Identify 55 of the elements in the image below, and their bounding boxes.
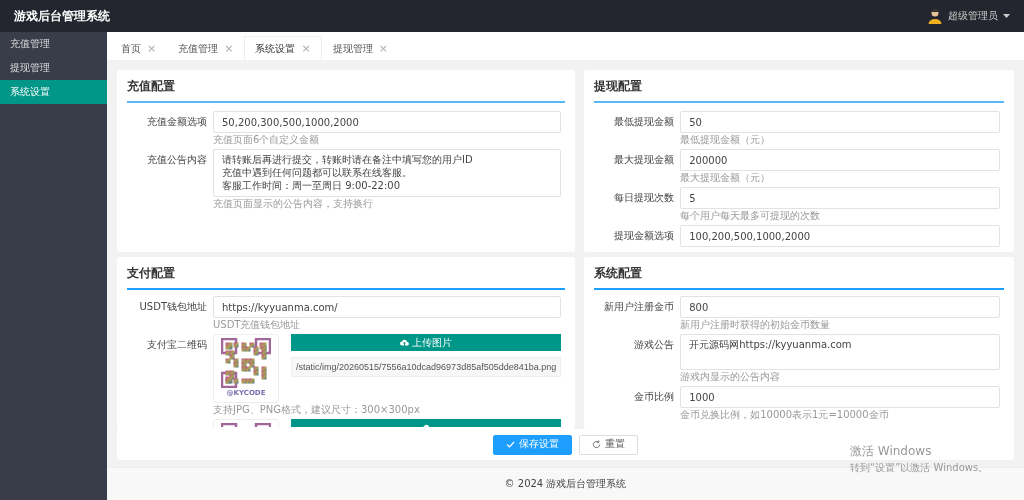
help-text: 金币兑换比例，如10000表示1元=10000金币 xyxy=(680,409,890,421)
field-label: 最大提现金额 xyxy=(613,153,676,167)
field-label: 充值公告内容 xyxy=(146,153,208,167)
help-text: 充值页面显示的公告内容，支持换行 xyxy=(213,198,374,210)
field-label: 提现金额选项 xyxy=(613,229,676,243)
tab[interactable]: 提现管理 × xyxy=(321,36,399,60)
tab[interactable]: 首页 × xyxy=(110,36,168,60)
input-field[interactable]: 50,200,300,500,1000,2000 xyxy=(213,111,562,133)
activation-title: 激活 Windows xyxy=(850,443,933,460)
help-text: 支持JPG、PNG格式，建议尺寸：300×300px xyxy=(213,404,421,416)
help-text: 最低提现金额（元） xyxy=(680,134,772,146)
input-field[interactable]: 200000 xyxy=(680,149,1000,171)
field-label: 支付宝二维码 xyxy=(146,338,208,352)
field-label: USDT钱包地址 xyxy=(138,300,208,314)
file-path-field: /static/img/20260515/7556a10dcad96973d85af505dde841ba.png xyxy=(291,357,562,377)
sidebar-item[interactable]: 系统设置 xyxy=(0,80,107,104)
help-text: 游戏内显示的公告内容 xyxy=(680,371,782,383)
tab[interactable]: 充值管理 × xyxy=(167,36,245,60)
help-text: 新用户注册时获得的初始金币数量 xyxy=(680,319,832,331)
input-field[interactable]: https://kyyuanma.com/ xyxy=(213,296,562,318)
field-label: 最低提现金额 xyxy=(613,115,676,129)
check-icon xyxy=(506,441,515,448)
tab[interactable]: 系统设置 × xyxy=(244,36,322,60)
avatar-icon xyxy=(927,8,943,24)
input-field[interactable]: 100,200,500,1000,2000 xyxy=(680,225,1000,247)
input-field[interactable]: 1000 xyxy=(680,386,1000,408)
section-title: 系统配置 xyxy=(594,257,1004,290)
user-name[interactable]: 超级管理员 xyxy=(948,9,998,23)
help-text: 最大提现金额（元） xyxy=(680,172,772,184)
section-title: 提现配置 xyxy=(594,70,1004,103)
section-title: 支付配置 xyxy=(127,257,566,290)
refresh-icon xyxy=(592,440,601,449)
activation-subtitle: 转到“设置”以激活 Windows。 xyxy=(850,461,989,475)
input-field[interactable]: 50 xyxy=(680,111,1000,133)
field-label: 游戏公告 xyxy=(633,338,676,352)
help-text: 每个用户每天最多可提现的次数 xyxy=(680,210,822,222)
sidebar-item[interactable]: 提现管理 xyxy=(0,56,107,80)
qr-code-drawing xyxy=(221,338,271,388)
footer-text: © 2024 游戏后台管理系统 xyxy=(504,477,627,491)
textarea-field[interactable]: 开元源码网https://kyyuanma.com xyxy=(680,334,1000,370)
textarea-field[interactable]: 请转账后再进行提交，转账时请在备注中填写您的用户ID 充值中遇到任何问题都可以联系在线客服。 客服工作时间：周一至周日 9:00-22:00 xyxy=(213,149,562,197)
section-title: 充值配置 xyxy=(127,70,566,103)
sidebar-item[interactable]: 充值管理 xyxy=(0,32,107,56)
field-label: 每日提现次数 xyxy=(613,191,676,205)
help-text: USDT充值钱包地址 xyxy=(213,319,302,331)
app-title: 游戏后台管理系统 xyxy=(14,7,110,25)
field-label: 充值金额选项 xyxy=(146,115,208,129)
input-field[interactable]: 800 xyxy=(680,296,1000,318)
field-label: 金币比例 xyxy=(633,390,676,404)
reset-button[interactable]: 重置 xyxy=(579,434,638,455)
field-label: 新用户注册金币 xyxy=(603,300,676,314)
upload-button[interactable]: 上传图片 xyxy=(291,334,562,351)
help-text: 充值页面6个自定义金额 xyxy=(213,134,321,146)
input-field[interactable]: 5 xyxy=(680,187,1000,209)
caret-icon[interactable] xyxy=(1003,14,1010,18)
